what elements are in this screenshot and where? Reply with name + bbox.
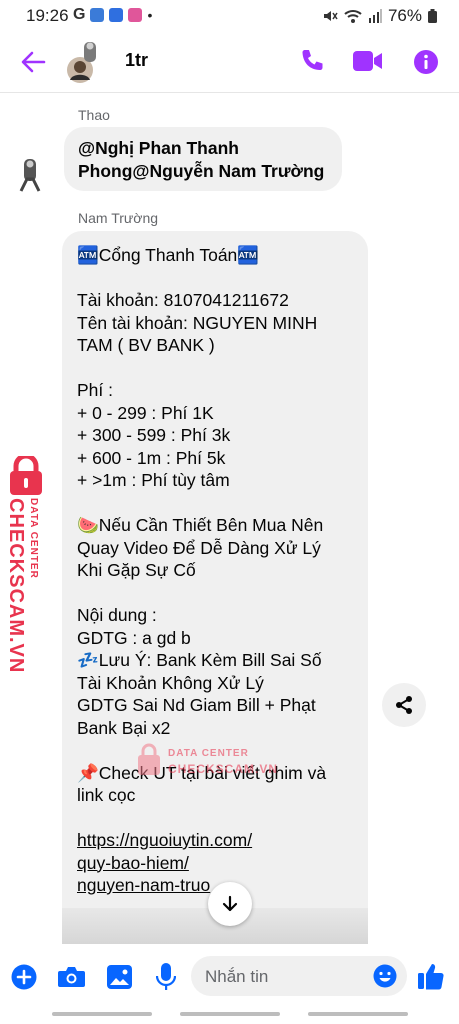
message-line: 💤Lưu Ý: Bank Kèm Bill Sai Số (77, 650, 322, 670)
mic-icon[interactable] (156, 963, 176, 991)
arrow-down-icon (222, 895, 238, 912)
message-input-placeholder: Nhắn tin (205, 967, 269, 986)
nav-handle[interactable] (52, 1012, 152, 1016)
message-line: Phí : (77, 380, 113, 400)
app-notification-icon (109, 8, 124, 22)
info-icon[interactable] (413, 49, 439, 75)
plus-icon[interactable] (11, 964, 37, 990)
lock-icon (10, 456, 42, 495)
status-time: 19:26 (26, 6, 69, 25)
video-icon[interactable] (353, 51, 383, 71)
share-button[interactable] (382, 683, 426, 727)
chat-title[interactable]: 1tr (125, 50, 148, 71)
chat-header: 1tr (0, 32, 459, 93)
sender-name: Thao (78, 107, 110, 123)
message-line: + 300 - 599 : Phí 3k (77, 425, 231, 445)
message-line: Bank Bại x2 (77, 717, 171, 738)
message-line: @Nghị Phan Thanh (78, 138, 239, 158)
battery-icon (428, 9, 437, 23)
lock-icon (138, 743, 160, 775)
message-line: + 0 - 299 : Phí 1K (77, 402, 214, 423)
system-nav-bar (0, 1008, 459, 1024)
scroll-down-button[interactable] (208, 882, 252, 926)
message-link[interactable]: quy-bao-hiem/ (77, 852, 189, 875)
watermark-center: DATA CENTER CHECKSCAM.VN (136, 742, 296, 782)
message-input[interactable]: Nhắn tin (191, 956, 407, 996)
watermark-brand: CHECKSCAM.VN (5, 498, 27, 674)
wifi-icon (344, 10, 362, 23)
app-notification-icon (128, 8, 143, 22)
back-arrow-icon[interactable] (20, 50, 46, 74)
signal-icon (368, 9, 382, 23)
message-line: Tên tài khoản: NGUYEN MINH (77, 312, 318, 333)
watermark-logo: CHECKSCAM.VN DATA CENTER (0, 456, 52, 673)
message-line: + >1m : Phí tùy tâm (77, 470, 230, 490)
google-icon: G (73, 6, 86, 23)
nav-handle[interactable] (180, 1012, 280, 1016)
message-bubble[interactable]: 🏧Cổng Thanh Toán🏧 Tài khoản: 81070412116… (62, 231, 368, 944)
watermark-tag: DATA CENTER (28, 498, 39, 579)
phone-icon[interactable] (299, 48, 325, 74)
composer-bar: Nhắn tin (0, 952, 459, 1002)
camera-icon[interactable] (58, 966, 85, 988)
watermark-brand: CHECKSCAM.VN (168, 762, 279, 776)
sender-name: Nam Trường (78, 210, 159, 226)
mute-icon (323, 11, 338, 21)
message-bubble[interactable]: @Nghị Phan Thanh Phong@Nguyễn Nam Trường (64, 127, 342, 191)
notification-icons: G • (73, 6, 152, 24)
group-avatar[interactable] (64, 40, 100, 84)
message-line: Nội dung : (77, 605, 157, 625)
message-line: Tài Khoản Không Xử Lý (77, 672, 264, 693)
battery-percent: 76% (387, 6, 422, 25)
message-line: 🏧Cổng Thanh Toán🏧 (77, 245, 260, 265)
message-line: Phong@Nguyễn Nam Trường (78, 161, 325, 181)
sender-avatar[interactable] (18, 157, 42, 193)
share-icon (396, 696, 412, 714)
message-line: Tài khoản: 8107041211672 (77, 290, 289, 310)
message-line: Khi Gặp Sự Cố (77, 560, 196, 580)
app-notification-icon (90, 8, 105, 22)
more-dot-icon: • (147, 7, 153, 23)
status-bar: 19:26 G • 76% (0, 0, 459, 32)
message-line: GDTG Sai Nd Giam Bill + Phạt (77, 695, 316, 715)
message-link[interactable]: nguyen-nam-truo (77, 874, 210, 897)
gallery-icon[interactable] (107, 965, 132, 989)
watermark-tag: DATA CENTER (168, 748, 249, 759)
message-line: + 600 - 1m : Phí 5k (77, 447, 226, 468)
nav-handle[interactable] (308, 1012, 408, 1016)
status-right: 76% (322, 6, 437, 26)
message-line: 🍉Nếu Cần Thiết Bên Mua Nên (77, 515, 324, 535)
message-line: link cọc (77, 785, 136, 805)
thumbs-up-icon[interactable] (418, 962, 444, 990)
message-line: GDTG : a gd b (77, 627, 191, 648)
emoji-icon[interactable] (373, 964, 397, 988)
message-line: Quay Video Để Dễ Dàng Xử Lý (77, 537, 321, 558)
message-link[interactable]: https://nguoiuytin.com/ (77, 829, 252, 852)
message-line: TAM ( BV BANK ) (77, 335, 215, 355)
